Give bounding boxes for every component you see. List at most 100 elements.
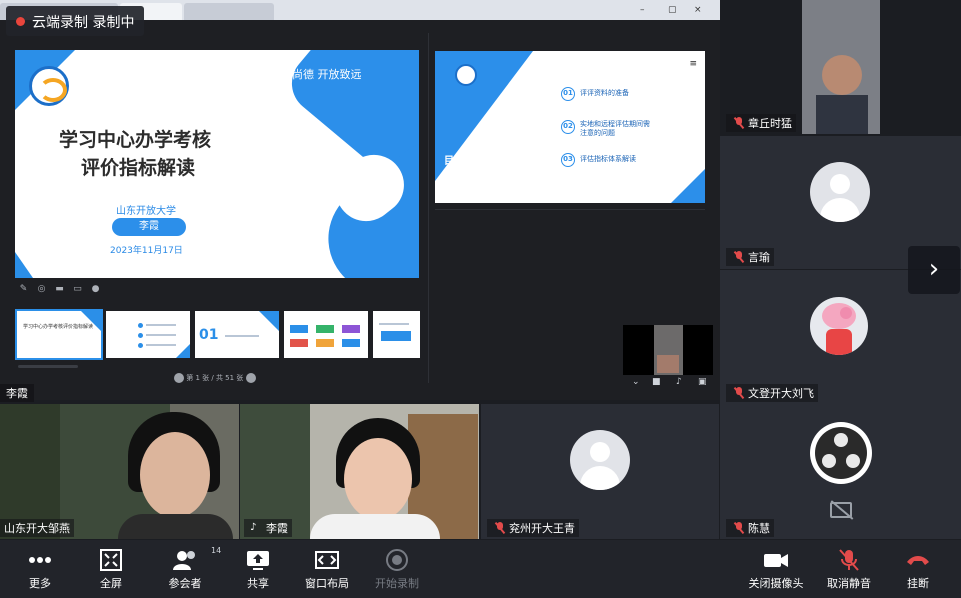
meeting-toolbar: 更多 全屏 14 参会者 共享 窗口布局 开始录制 关闭摄像头 取消静音 挂断 xyxy=(0,540,961,598)
more-dots-icon[interactable]: ● xyxy=(90,284,101,295)
mic-muted-icon xyxy=(836,548,862,572)
fullscreen-label: 全屏 xyxy=(100,577,122,590)
more-dots-icon xyxy=(27,548,53,572)
participant-face xyxy=(140,432,210,518)
camera-off-button[interactable]: 关闭摄像头 xyxy=(746,546,806,594)
toc-title: 目录 xyxy=(444,156,464,167)
thumb-bullet xyxy=(138,343,143,348)
video-tile-active-speaker[interactable]: ♪ 李霞 xyxy=(240,404,479,539)
video-icon[interactable]: ▬ xyxy=(54,284,65,295)
layout-button[interactable]: 窗口布局 xyxy=(297,546,357,594)
mic-muted-icon xyxy=(734,117,744,129)
pen-icon[interactable]: ✎ xyxy=(18,284,29,295)
prev-slide-icon[interactable] xyxy=(174,373,184,383)
default-avatar-icon xyxy=(810,162,870,222)
video-tile[interactable]: 陈慧 xyxy=(720,404,961,539)
layout-label: 窗口布局 xyxy=(305,577,349,590)
fullscreen-button[interactable]: 全屏 xyxy=(81,546,141,594)
participant-name: 章丘时猛 xyxy=(726,114,796,132)
camera-icon xyxy=(763,548,789,572)
participant-name-text: 言瑜 xyxy=(748,251,770,264)
participants-label: 参会者 xyxy=(168,577,202,590)
default-avatar-icon xyxy=(570,430,630,490)
toc-number: 01 xyxy=(561,87,575,101)
participant-body xyxy=(310,514,440,539)
browser-tab[interactable] xyxy=(184,3,274,20)
next-slide-icon[interactable] xyxy=(245,373,256,383)
mic-icon[interactable]: ♪ xyxy=(676,377,682,387)
hamburger-icon[interactable]: ≡ xyxy=(689,59,697,69)
self-preview-controls: ⌄ ■ ♪ ▣ xyxy=(626,377,718,391)
video-tile[interactable]: 兖州开大王青 xyxy=(481,404,719,539)
more-button[interactable]: 更多 xyxy=(10,546,70,594)
university-logo-icon xyxy=(29,66,69,106)
record-label: 开始录制 xyxy=(375,577,419,590)
close-icon[interactable]: × xyxy=(694,5,702,15)
participants-icon: 14 xyxy=(172,546,221,572)
thumb-box xyxy=(381,331,411,341)
toc-number: 03 xyxy=(561,153,575,167)
slide-decoration xyxy=(671,169,705,203)
video-tile[interactable]: 章丘时猛 xyxy=(720,0,961,134)
participant-name-text: 章丘时猛 xyxy=(748,117,792,130)
thumb-decoration xyxy=(259,311,279,331)
meeting-window: – ▢ × 云端录制 录制中 崇学尚德 开放致远 学习中心办学考核 评价指标解读… xyxy=(0,0,961,598)
restore-icon[interactable]: ▢ xyxy=(668,5,677,15)
chevron-down-icon[interactable]: ⌄ xyxy=(632,377,640,387)
thumb-box xyxy=(342,325,360,333)
slide-university: 山东开放大学 xyxy=(116,206,176,217)
hangup-label: 挂断 xyxy=(907,577,929,590)
participants-count: 14 xyxy=(211,546,222,555)
participant-name: 言瑜 xyxy=(726,248,774,266)
cloud-recording-badge[interactable]: 云端录制 录制中 xyxy=(6,6,144,36)
participant-name: 兖州开大王青 xyxy=(487,519,579,537)
comment-icon[interactable]: ▭ xyxy=(72,284,83,295)
camera-off-label: 关闭摄像头 xyxy=(748,577,804,590)
thumb-line xyxy=(146,324,176,326)
start-recording-button[interactable]: 开始录制 xyxy=(367,546,427,594)
slide-slogan: 崇学尚德 开放致远 xyxy=(270,68,362,81)
thumb-box xyxy=(290,325,308,333)
slide-thumbnail[interactable] xyxy=(106,311,190,358)
thumb-box xyxy=(316,339,334,347)
hangup-icon xyxy=(905,548,931,572)
divider xyxy=(435,209,705,210)
minimize-icon[interactable]: – xyxy=(640,5,645,15)
participant-name: 陈慧 xyxy=(726,519,774,537)
next-slide-preview: 目录 contents ≡ 01 评评资料的准备 02 实地和远程评估期间需 注… xyxy=(435,51,705,203)
laser-icon[interactable]: ◎ xyxy=(36,284,47,295)
toc-subtitle: contents xyxy=(446,169,464,174)
thumb-bullet xyxy=(138,323,143,328)
slide-pager: 第 1 张 / 共 51 张 xyxy=(174,373,256,383)
participant-name: ♪ 李霞 xyxy=(244,519,292,537)
slide-thumbnail[interactable]: 学习中心办学考核评价指标解读 xyxy=(15,309,103,360)
participant-name: 山东开大邹燕 xyxy=(0,519,74,537)
unmute-label: 取消静音 xyxy=(827,577,871,590)
slide-thumbnail[interactable] xyxy=(284,311,368,358)
hangup-button[interactable]: 挂断 xyxy=(888,546,948,594)
video-tile[interactable]: 山东开大邹燕 xyxy=(0,404,239,539)
more-label: 更多 xyxy=(29,577,51,590)
thumb-line xyxy=(146,344,176,346)
mic-icon: ♪ xyxy=(250,522,257,533)
thumbnail-scrollbar[interactable] xyxy=(18,365,78,368)
slide-thumbnail[interactable]: 01 xyxy=(195,311,279,358)
self-preview-video[interactable] xyxy=(623,325,713,375)
shared-screen[interactable]: – ▢ × 云端录制 录制中 崇学尚德 开放致远 学习中心办学考核 评价指标解读… xyxy=(0,0,720,402)
slide-thumbnail[interactable] xyxy=(373,311,420,358)
next-page-arrow-button[interactable]: › xyxy=(908,246,960,294)
obs-blob xyxy=(822,454,836,468)
toc-item: 实地和远程评估期间需 注意的问题 xyxy=(580,120,650,137)
participant-name-text: 文登开大刘飞 xyxy=(748,387,814,400)
share-button[interactable]: 共享 xyxy=(228,546,288,594)
slide-title-line1: 学习中心办学考核 xyxy=(59,129,212,151)
participant-face xyxy=(344,438,412,520)
participant-name-text: 李霞 xyxy=(266,522,288,535)
thumb-line xyxy=(379,323,409,325)
picture-icon[interactable]: ▣ xyxy=(698,377,707,387)
participant-face xyxy=(822,55,862,95)
thumb-text: 学习中心办学考核评价指标解读 xyxy=(23,324,94,330)
participants-button[interactable]: 14 参会者 xyxy=(155,546,222,594)
unmute-button[interactable]: 取消静音 xyxy=(819,546,879,594)
camera-icon[interactable]: ■ xyxy=(652,377,661,387)
